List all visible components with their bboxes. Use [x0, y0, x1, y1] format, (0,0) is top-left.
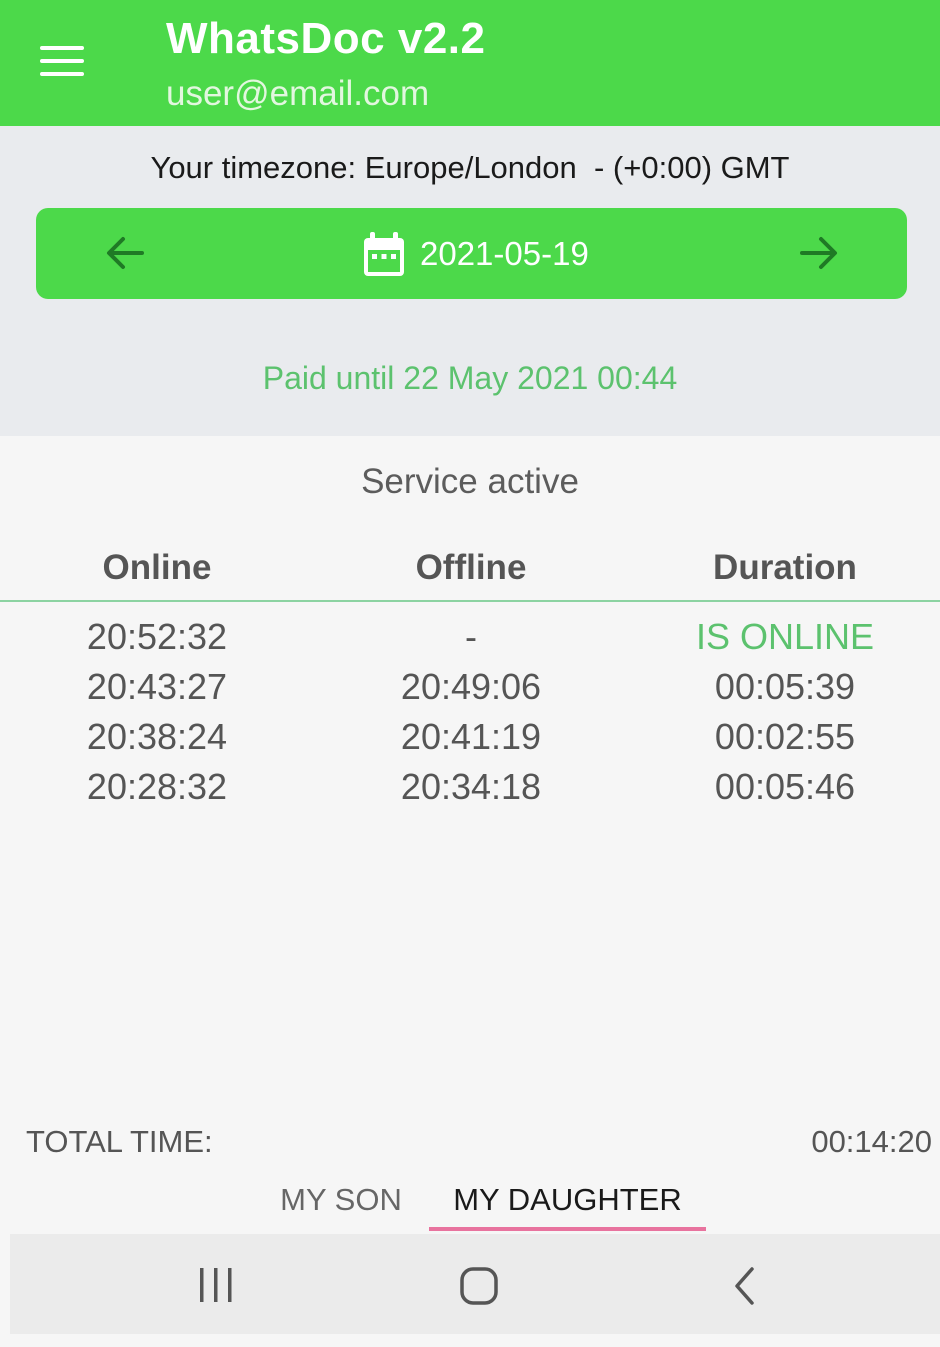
timezone-panel: Your timezone: Europe/London - (+0:00) G… — [0, 126, 940, 436]
online-time: 20:28:32 — [86, 766, 228, 807]
column-header-duration: Duration — [713, 548, 857, 587]
column-header-online: Online — [102, 548, 212, 587]
next-day-button[interactable] — [796, 230, 842, 276]
recent-apps-button[interactable] — [198, 1266, 234, 1306]
user-email: user@email.com — [166, 74, 430, 113]
date-navigator: 2021-05-19 — [36, 208, 907, 299]
system-navigation-bar — [10, 1234, 940, 1334]
app-header: WhatsDoc v2.2 user@email.com — [0, 0, 940, 126]
subscription-status: Paid until 22 May 2021 00:44 — [262, 360, 678, 396]
table-row: 20:43:27 20:49:06 00:05:39 — [0, 666, 940, 716]
tab-my-son[interactable]: MY SON — [270, 1182, 412, 1218]
selected-date: 2021-05-19 — [420, 235, 589, 272]
table-row: 20:38:24 20:41:19 00:02:55 — [0, 716, 940, 766]
home-button[interactable] — [460, 1266, 498, 1306]
selected-tab-indicator — [429, 1227, 706, 1231]
timezone-label: Your timezone: Europe/London - (+0:00) G… — [150, 150, 790, 185]
table-divider — [0, 600, 940, 602]
offline-time: 20:34:18 — [400, 766, 542, 807]
online-time: 20:38:24 — [86, 716, 228, 757]
home-icon — [460, 1267, 498, 1305]
online-time: 20:43:27 — [86, 666, 228, 707]
duration: 00:02:55 — [714, 716, 856, 757]
hamburger-menu-icon[interactable] — [40, 46, 86, 80]
column-header-offline: Offline — [415, 548, 527, 587]
total-time-value: 00:14:20 — [811, 1124, 932, 1159]
arrow-right-icon — [800, 237, 837, 269]
service-status: Service active — [361, 462, 579, 501]
back-icon — [735, 1267, 754, 1305]
total-time-label: TOTAL TIME: — [26, 1124, 213, 1159]
table-header: Online Offline Duration — [0, 548, 940, 598]
calendar-icon — [364, 232, 404, 276]
table-row: 20:52:32 - IS ONLINE — [0, 616, 940, 666]
contact-tabs: MY SON MY DAUGHTER — [0, 1170, 940, 1234]
duration: IS ONLINE — [695, 616, 875, 657]
offline-time: 20:49:06 — [400, 666, 542, 707]
offline-time: 20:41:19 — [400, 716, 542, 757]
duration: 00:05:39 — [714, 666, 856, 707]
previous-day-button[interactable] — [102, 230, 148, 276]
table-row: 20:28:32 20:34:18 00:05:46 — [0, 766, 940, 816]
app-title: WhatsDoc v2.2 — [166, 14, 486, 63]
duration: 00:05:46 — [714, 766, 856, 807]
date-picker-button[interactable]: 2021-05-19 — [362, 230, 589, 278]
back-button[interactable] — [732, 1266, 758, 1306]
activity-table: 20:52:32 - IS ONLINE 20:43:27 20:49:06 0… — [0, 616, 940, 816]
tab-my-daughter[interactable]: MY DAUGHTER — [429, 1182, 706, 1218]
app-screen: WhatsDoc v2.2 user@email.com Your timezo… — [0, 0, 940, 1347]
online-time: 20:52:32 — [86, 616, 228, 657]
offline-time: - — [465, 616, 477, 657]
arrow-left-icon — [107, 237, 144, 269]
recent-apps-icon — [200, 1268, 232, 1302]
